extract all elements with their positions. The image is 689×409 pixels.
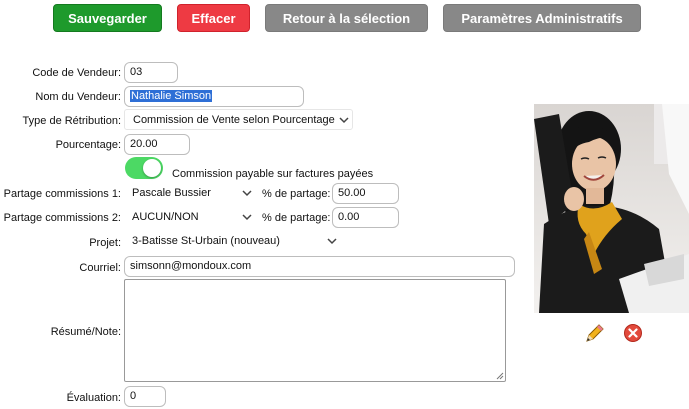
share1-label: Partage commissions 1: (3, 188, 121, 200)
percentage-label: Pourcentage: (55, 139, 121, 151)
share1-pct-input[interactable]: 50.00 (332, 183, 399, 204)
rating-input[interactable]: 0 (124, 386, 166, 407)
email-input[interactable]: simsonn@mondoux.com (124, 256, 515, 277)
vendor-code-label: Code de Vendeur: (32, 67, 121, 79)
project-select[interactable]: 3-Batisse St-Urbain (nouveau) (124, 231, 340, 252)
retribution-type-label: Type de Rétribution: (22, 115, 121, 127)
chevron-down-icon (242, 214, 252, 221)
share2-label: Partage commissions 2: (3, 212, 121, 224)
chevron-down-icon (327, 238, 337, 245)
rating-label: Évaluation: (66, 392, 121, 404)
vendor-name-label: Nom du Vendeur: (35, 91, 121, 103)
vendor-photo (534, 104, 689, 313)
retribution-type-value: Commission de Vente selon Pourcentage (133, 114, 335, 126)
chevron-down-icon (242, 190, 252, 197)
vendor-code-input[interactable]: 03 (124, 62, 178, 83)
percentage-input[interactable]: 20.00 (124, 134, 190, 155)
share1-pct-label: % de partage: (262, 188, 331, 200)
pencil-icon[interactable] (584, 322, 606, 344)
clear-button[interactable]: Effacer (177, 4, 250, 32)
toggle-knob (143, 159, 161, 177)
email-label: Courriel: (79, 262, 121, 274)
share1-select[interactable]: Pascale Bussier (124, 183, 255, 204)
share2-value: AUCUN/NON (132, 211, 199, 223)
project-value: 3-Batisse St-Urbain (nouveau) (132, 235, 280, 247)
back-to-selection-button[interactable]: Retour à la sélection (265, 4, 428, 32)
vendor-name-selected-text: Nathalie Simson (130, 90, 213, 102)
resize-handle-icon[interactable] (496, 372, 504, 380)
summary-textarea[interactable] (124, 279, 506, 382)
project-label: Projet: (89, 237, 121, 249)
share2-pct-label: % de partage: (262, 212, 331, 224)
share1-value: Pascale Bussier (132, 187, 211, 199)
share2-select[interactable]: AUCUN/NON (124, 207, 255, 228)
share2-pct-input[interactable]: 0.00 (332, 207, 399, 228)
chevron-down-icon (339, 117, 349, 124)
admin-settings-button[interactable]: Paramètres Administratifs (443, 4, 641, 32)
commission-payable-toggle[interactable] (125, 157, 163, 179)
delete-circle-icon[interactable] (623, 323, 643, 343)
save-button[interactable]: Sauvegarder (53, 4, 162, 32)
summary-label: Résumé/Note: (50, 326, 121, 338)
retribution-type-select[interactable]: Commission de Vente selon Pourcentage (124, 109, 353, 130)
commission-payable-label: Commission payable sur factures payées (172, 168, 374, 180)
vendor-name-input[interactable]: Nathalie Simson (124, 86, 304, 107)
